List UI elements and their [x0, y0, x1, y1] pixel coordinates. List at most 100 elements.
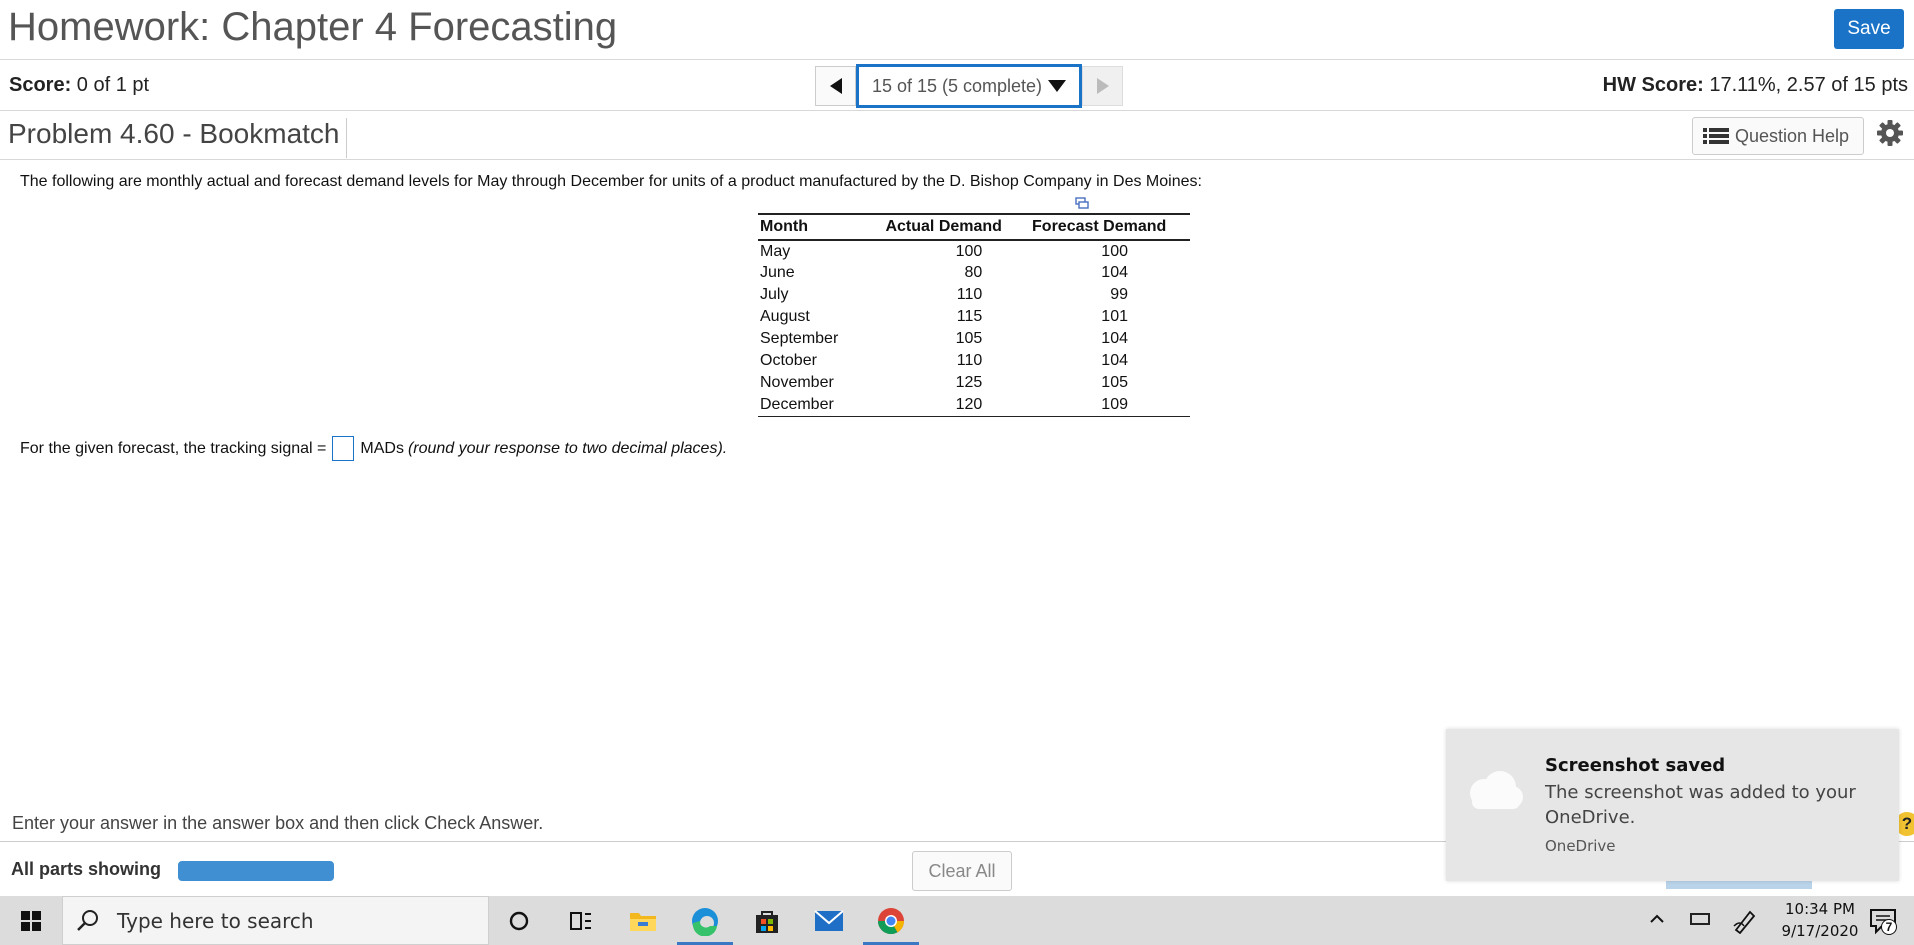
month-cell: May [760, 242, 791, 260]
forecast-cell: 99 [1110, 286, 1128, 303]
problem-title: Problem 4.60 - Bookmatch [8, 118, 347, 158]
cortana-button[interactable] [489, 896, 549, 945]
toast-title: Screenshot saved [1545, 755, 1726, 776]
table-header-row: Month Actual Demand Forecast Demand [758, 213, 1190, 241]
answer-input[interactable] [332, 436, 355, 461]
actual-cell: 110 [956, 352, 983, 369]
table-row: September 105 104 [758, 328, 1190, 350]
problem-intro: The following are monthly actual and for… [20, 173, 1202, 190]
store-button[interactable] [737, 896, 797, 945]
file-explorer-button[interactable] [613, 896, 673, 945]
pen-workspace-icon[interactable] [1732, 906, 1758, 934]
actual-cell: 120 [879, 394, 1009, 417]
toast-source: OneDrive [1545, 837, 1616, 855]
toast-body: The screenshot was added to your OneDriv… [1545, 782, 1856, 828]
actual-cell: 115 [956, 308, 983, 325]
taskbar-search[interactable]: Type here to search [62, 896, 489, 945]
mail-icon [814, 909, 844, 931]
score: Score: 0 of 1 pt [9, 74, 149, 97]
question-navigator: 15 of 15 (5 complete) [815, 64, 1123, 108]
question-help-label: Question Help [1735, 125, 1850, 146]
question-help-button[interactable]: Question Help [1692, 117, 1864, 155]
arrow-left-icon [829, 78, 842, 94]
title-bar: Homework: Chapter 4 Forecasting Save [0, 0, 1914, 60]
month-cell: September [760, 330, 839, 347]
store-icon [756, 910, 778, 933]
cortana-icon [509, 911, 529, 930]
search-icon [77, 909, 98, 931]
table-row: August 115 101 [758, 306, 1190, 328]
windows-icon [21, 910, 41, 931]
month-cell: October [760, 352, 817, 369]
gear-icon[interactable] [1876, 119, 1904, 147]
actual-cell: 100 [955, 242, 983, 260]
show-hidden-icons-icon[interactable] [1648, 910, 1666, 928]
clock-date[interactable]: 9/17/2020 [1770, 922, 1870, 940]
month-cell: August [760, 308, 810, 325]
question-select-value: 15 of 15 (5 complete) [871, 75, 1043, 96]
search-placeholder: Type here to search [117, 908, 314, 933]
table-row: November 125 105 [758, 372, 1190, 394]
edge-button[interactable] [675, 896, 735, 945]
page-title: Homework: Chapter 4 Forecasting [8, 5, 618, 49]
month-cell: December [758, 394, 880, 417]
onedrive-cloud-icon [1470, 771, 1523, 809]
question-line: For the given forecast, the tracking sig… [20, 436, 727, 461]
taskbar: Type here to search 10:34 PM 9/17/2020 7 [0, 896, 1914, 945]
question-select-dropdown[interactable]: 15 of 15 (5 complete) [856, 64, 1082, 108]
notification-count-badge: 7 [1881, 919, 1897, 935]
score-label: Score: [9, 74, 72, 96]
chrome-button[interactable] [861, 896, 921, 945]
arrow-right-icon [1096, 78, 1109, 94]
table-row: July 110 99 [758, 284, 1190, 306]
task-view-button[interactable] [551, 896, 611, 945]
task-view-icon [570, 911, 591, 930]
score-bar: Score: 0 of 1 pt 15 of 15 (5 complete) H… [0, 60, 1914, 111]
popout-table-icon[interactable] [1075, 197, 1089, 209]
forecast-cell: 101 [1101, 308, 1128, 325]
forecast-cell: 105 [1101, 374, 1128, 391]
forecast-cell: 109 [1008, 394, 1190, 417]
parts-progress-bar [178, 861, 334, 881]
score-value: 0 of 1 pt [71, 74, 150, 96]
column-header-forecast: Forecast Demand [1008, 213, 1190, 241]
battery-icon[interactable] [1690, 913, 1710, 925]
file-explorer-icon [630, 912, 656, 931]
all-parts-label: All parts showing [11, 859, 162, 879]
mail-button[interactable] [799, 896, 859, 945]
caret-down-icon [1048, 80, 1067, 92]
notification-toast[interactable]: Screenshot saved The screenshot was adde… [1446, 729, 1899, 881]
question-prefix: For the given forecast, the tracking sig… [20, 439, 327, 457]
hw-score: HW Score: 17.11%, 2.57 of 15 pts [1603, 74, 1908, 97]
column-header-month: Month [758, 213, 880, 241]
table-row: December 120 109 [758, 394, 1190, 417]
clock-time[interactable]: 10:34 PM [1780, 900, 1860, 918]
save-button[interactable]: Save [1834, 9, 1904, 49]
forecast-cell: 100 [1101, 242, 1128, 260]
instruction-text: Enter your answer in the answer box and … [12, 813, 544, 833]
table-row: October 110 104 [758, 350, 1190, 372]
actual-cell: 110 [956, 286, 983, 303]
month-cell: June [760, 264, 795, 281]
question-unit: MADs [360, 439, 404, 457]
question-note: (round your response to two decimal plac… [407, 439, 728, 457]
month-cell: July [760, 286, 789, 303]
actual-cell: 80 [964, 264, 983, 281]
edge-icon [692, 907, 718, 936]
list-icon [1703, 128, 1729, 144]
month-cell: November [760, 374, 834, 391]
table-row: May 100 100 [758, 240, 1190, 262]
table-row: June 80 104 [758, 262, 1190, 284]
actual-cell: 125 [955, 374, 983, 391]
previous-question-button[interactable] [815, 66, 856, 106]
clear-all-button[interactable]: Clear All [912, 851, 1012, 891]
problem-bar: Problem 4.60 - Bookmatch Question Help [0, 111, 1914, 160]
start-button[interactable] [0, 896, 62, 945]
forecast-cell: 104 [1101, 264, 1128, 281]
next-question-button[interactable] [1082, 66, 1123, 106]
hw-score-value: 17.11%, 2.57 of 15 pts [1703, 74, 1908, 96]
forecast-cell: 104 [1101, 352, 1128, 369]
column-header-actual: Actual Demand [879, 213, 1009, 241]
hw-score-label: HW Score: [1602, 74, 1704, 96]
actual-cell: 105 [955, 330, 983, 347]
